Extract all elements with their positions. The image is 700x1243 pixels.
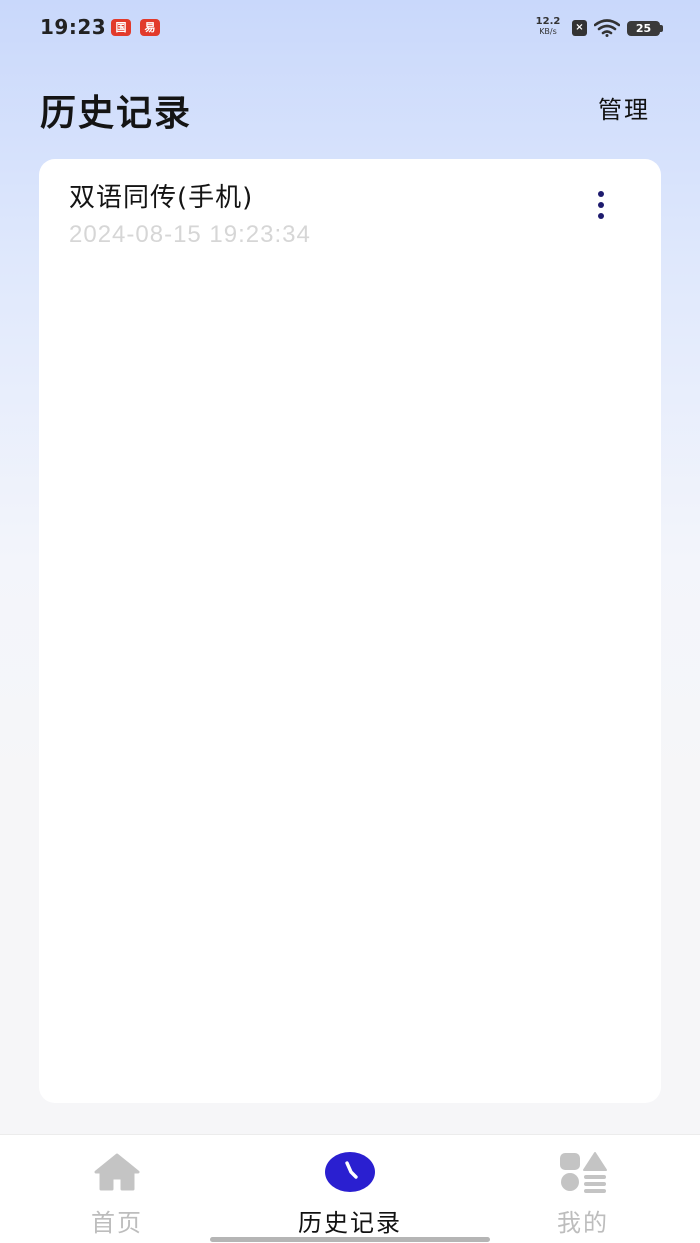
more-vertical-icon [598,202,604,208]
nav-item-history[interactable]: 历史记录 [270,1135,430,1243]
home-icon [94,1153,140,1191]
record-title: 双语同传(手机) [69,183,254,213]
home-indicator [210,1237,490,1242]
history-record-item[interactable]: 双语同传(手机) 2024-08-15 19:23:34 [39,159,661,259]
manage-button[interactable]: 管理 [598,90,650,125]
nav-label-history: 历史记录 [298,1209,402,1237]
nav-item-mine[interactable]: 我的 [503,1135,663,1243]
profile-grid-icon [560,1152,607,1193]
battery-icon: 25 [627,21,660,36]
more-vertical-icon [598,191,604,197]
network-speed: 12.2 KB/s [533,16,563,37]
history-list-card: 双语同传(手机) 2024-08-15 19:23:34 [39,159,661,1103]
more-options-button[interactable] [587,187,615,223]
more-vertical-icon [598,213,604,219]
nav-item-home[interactable]: 首页 [37,1135,197,1243]
nav-label-mine: 我的 [557,1209,609,1237]
battery-level: 25 [635,22,652,35]
page-title: 历史记录 [40,93,193,134]
app-notification-icon: 国 [111,19,131,36]
wifi-icon [594,19,620,37]
bottom-navigation: 首页 历史记录 我的 [0,1134,700,1243]
clock-icon [325,1152,375,1192]
status-time: 19:23 [40,15,107,39]
status-bar: 19:23 国 易 12.2 KB/s × 25 [0,0,700,58]
record-timestamp: 2024-08-15 19:23:34 [69,221,311,248]
network-speed-unit: KB/s [539,27,557,36]
network-speed-value: 12.2 [535,16,561,27]
app-notification-icon: 易 [140,19,160,36]
battery-tip [660,25,663,32]
nav-label-home: 首页 [91,1209,143,1237]
no-sim-icon: × [572,20,587,36]
